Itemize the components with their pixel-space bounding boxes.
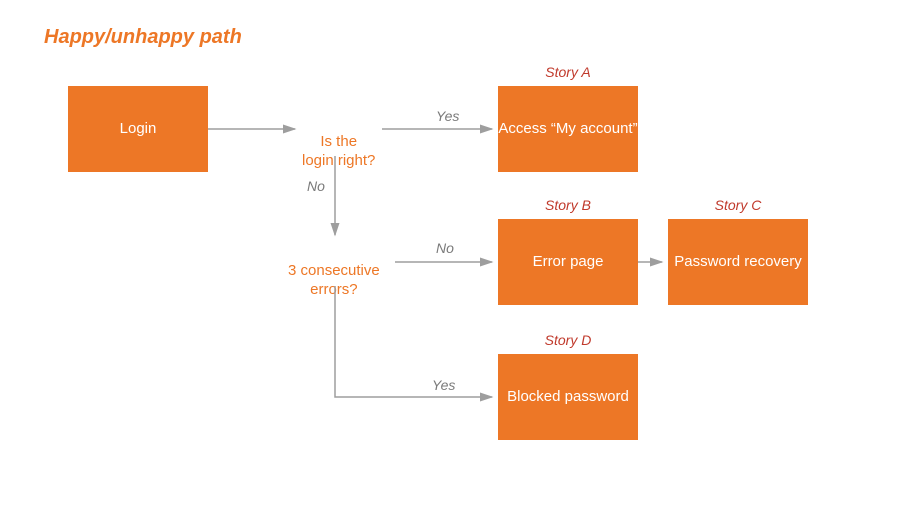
story-label-b: Story B — [498, 197, 638, 213]
edge-label-no-1: No — [307, 178, 325, 194]
edge-label-yes-1: Yes — [436, 108, 459, 124]
story-label-a: Story A — [498, 64, 638, 80]
node-label: Access “My account” — [498, 119, 637, 139]
node-label: Login — [120, 119, 157, 139]
decision-label: Is the login right? — [302, 133, 375, 170]
story-label-c: Story C — [668, 197, 808, 213]
diagram-title: Happy/unhappy path — [44, 26, 242, 49]
node-access-my-account: Access “My account” — [498, 86, 638, 172]
node-label: Password recovery — [674, 252, 802, 272]
story-label-d: Story D — [498, 332, 638, 348]
node-label: Blocked password — [507, 387, 629, 407]
edge-label-yes-2: Yes — [432, 377, 455, 393]
edge-label-no-2: No — [436, 240, 454, 256]
node-password-recovery: Password recovery — [668, 219, 808, 305]
arrow-decision2-yes — [335, 286, 492, 397]
node-decision-3-errors: 3 consecutive errors? — [288, 241, 380, 300]
node-login: Login — [68, 86, 208, 172]
decision-label: 3 consecutive errors? — [288, 262, 380, 299]
node-error-page: Error page — [498, 219, 638, 305]
node-blocked-password: Blocked password — [498, 354, 638, 440]
node-label: Error page — [533, 252, 604, 272]
node-decision-login-right: Is the login right? — [302, 112, 375, 171]
